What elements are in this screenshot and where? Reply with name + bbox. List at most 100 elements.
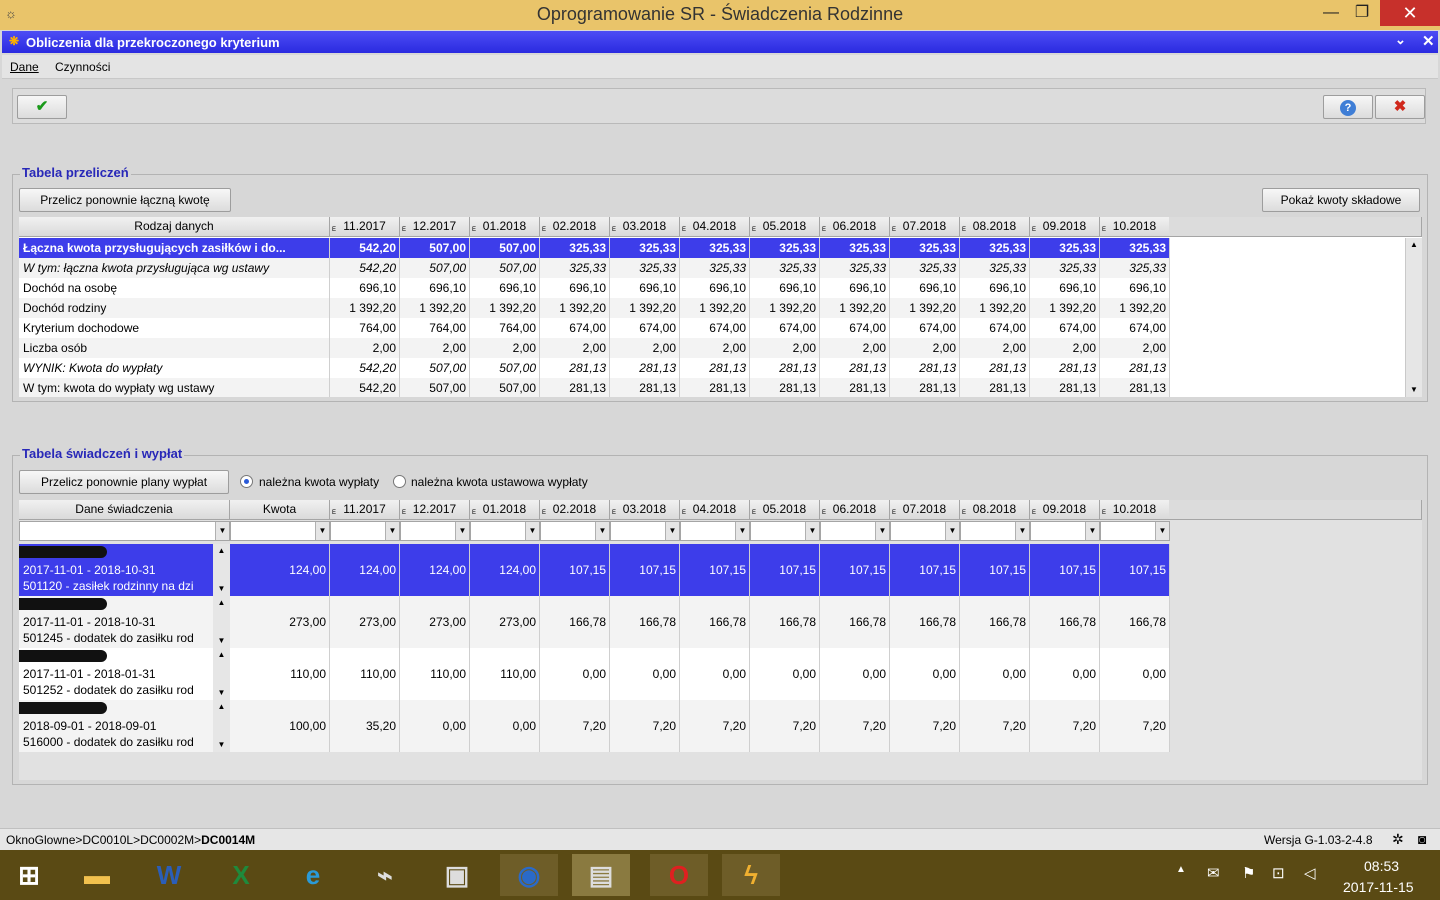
settings-icon[interactable]: ✲ xyxy=(1392,831,1404,848)
column-header-month[interactable]: E 02.2018 xyxy=(540,500,610,520)
column-filter-input[interactable]: ▼ xyxy=(470,521,540,541)
chevron-down-icon[interactable]: ▼ xyxy=(215,522,229,540)
chevron-down-icon[interactable]: ▼ xyxy=(945,522,959,540)
column-filter-input[interactable]: ▼ xyxy=(750,521,820,541)
chevron-down-icon[interactable]: ▼ xyxy=(735,522,749,540)
chevron-down-icon[interactable]: ▼ xyxy=(385,522,399,540)
column-header-month[interactable]: E 07.2018 xyxy=(890,500,960,520)
sr-app-icon[interactable]: ▤ xyxy=(572,854,630,896)
column-header-month[interactable]: E 03.2018 xyxy=(610,217,680,237)
table-row[interactable]: Dochód rodziny 1 392,20 1 392,20 1 392,20 1 … xyxy=(19,298,1170,318)
tray-mail-icon[interactable]: ✉ xyxy=(1207,864,1220,882)
table-row[interactable]: Dochód na osobę 696,10 696,10 696,10 696,10 6… xyxy=(19,278,1170,298)
table-row[interactable]: 2018-09-01 - 2018-09-01 516000 - dodatek … xyxy=(19,700,1170,752)
column-header-month[interactable]: E 03.2018 xyxy=(610,500,680,520)
clock-time[interactable]: 08:53 xyxy=(1364,858,1399,874)
table-row[interactable]: 2017-11-01 - 2018-01-31 501252 - dodatek … xyxy=(19,648,1170,700)
column-header-month[interactable]: E 10.2018 xyxy=(1100,217,1170,237)
column-filter-input[interactable]: ▼ xyxy=(230,521,330,541)
table-row[interactable]: W tym: łączna kwota przysługująca wg ust… xyxy=(19,258,1170,278)
ie-icon[interactable]: e xyxy=(284,854,342,896)
column-header-month[interactable]: E 06.2018 xyxy=(820,217,890,237)
recalc-plans-button[interactable]: Przelicz ponownie plany wypłat xyxy=(19,470,229,494)
ok-button[interactable]: ✔ xyxy=(17,95,67,119)
row-scrollbar[interactable]: ▲ ▼ xyxy=(213,544,230,596)
collapse-icon[interactable]: ⌄ xyxy=(1395,32,1406,48)
help-button[interactable]: ? xyxy=(1323,95,1373,119)
column-filter-input[interactable]: ▼ xyxy=(19,521,230,541)
column-header-month[interactable]: E 10.2018 xyxy=(1100,500,1170,520)
column-header-month[interactable]: E 11.2017 xyxy=(330,217,400,237)
scroll-up-icon[interactable]: ▲ xyxy=(213,648,230,662)
radio-nalezna[interactable] xyxy=(240,475,253,488)
column-header-month[interactable]: E 12.2017 xyxy=(400,500,470,520)
clock-date[interactable]: 2017-11-15 xyxy=(1343,879,1414,895)
explorer-icon[interactable]: ▬ xyxy=(68,854,126,896)
column-filter-input[interactable]: ▼ xyxy=(1100,521,1170,541)
maximize-button[interactable]: ❐ xyxy=(1347,0,1377,26)
column-header-month[interactable]: E 01.2018 xyxy=(470,500,540,520)
chevron-down-icon[interactable]: ▼ xyxy=(595,522,609,540)
column-header-month[interactable]: E 08.2018 xyxy=(960,500,1030,520)
window-app-icon[interactable]: ▣ xyxy=(428,854,486,896)
chevron-down-icon[interactable]: ▼ xyxy=(1085,522,1099,540)
scroll-down-icon[interactable]: ▼ xyxy=(213,634,230,648)
table-row[interactable]: 2017-11-01 - 2018-10-31 501120 - zasiłek … xyxy=(19,544,1170,596)
opera-icon[interactable]: O xyxy=(650,854,708,896)
column-filter-input[interactable]: ▼ xyxy=(890,521,960,541)
tray-expand-icon[interactable]: ▲ xyxy=(1176,864,1186,875)
column-header-kwota[interactable]: Kwota xyxy=(230,500,330,520)
row-scrollbar[interactable]: ▲ ▼ xyxy=(213,700,230,752)
column-filter-input[interactable]: ▼ xyxy=(330,521,400,541)
table-row[interactable]: WYNIK: Kwota do wypłaty 542,20 507,00 507,0… xyxy=(19,358,1170,378)
camera-icon[interactable]: ◙ xyxy=(1418,831,1426,847)
chevron-down-icon[interactable]: ▼ xyxy=(525,522,539,540)
thunderbird-icon[interactable]: ◉ xyxy=(500,854,558,896)
scroll-up-icon[interactable]: ▲ xyxy=(213,544,230,558)
scroll-down-icon[interactable]: ▼ xyxy=(213,582,230,596)
chevron-down-icon[interactable]: ▼ xyxy=(805,522,819,540)
column-header-month[interactable]: E 06.2018 xyxy=(820,500,890,520)
scroll-down-icon[interactable]: ▼ xyxy=(213,686,230,700)
column-header-month[interactable]: E 01.2018 xyxy=(470,217,540,237)
tray-flag-icon[interactable]: ⚑ xyxy=(1242,864,1255,882)
lightning-app-icon[interactable]: ϟ xyxy=(722,854,780,896)
close-button[interactable]: ✕ xyxy=(1380,0,1440,26)
table-row[interactable]: W tym: kwota do wypłaty wg ustawy 542,20 5… xyxy=(19,378,1170,397)
scroll-up-icon[interactable]: ▲ xyxy=(1406,238,1422,252)
tray-volume-icon[interactable]: ◁ xyxy=(1304,864,1316,882)
row-scrollbar[interactable]: ▲ ▼ xyxy=(213,596,230,648)
column-header-month[interactable]: E 08.2018 xyxy=(960,217,1030,237)
chevron-down-icon[interactable]: ▼ xyxy=(1015,522,1029,540)
column-header-rodzaj[interactable]: Rodzaj danych xyxy=(19,217,330,237)
column-header-month[interactable]: E 09.2018 xyxy=(1030,217,1100,237)
chevron-down-icon[interactable]: ▼ xyxy=(1155,522,1169,540)
column-header-month[interactable]: E 04.2018 xyxy=(680,217,750,237)
scroll-up-icon[interactable]: ▲ xyxy=(213,596,230,610)
column-filter-input[interactable]: ▼ xyxy=(960,521,1030,541)
column-filter-input[interactable]: ▼ xyxy=(680,521,750,541)
tray-network-icon[interactable]: ⊡ xyxy=(1272,864,1285,882)
row-scrollbar[interactable]: ▲ ▼ xyxy=(213,648,230,700)
column-header-month[interactable]: E 05.2018 xyxy=(750,500,820,520)
radio-ustawowa[interactable] xyxy=(393,475,406,488)
scroll-down-icon[interactable]: ▼ xyxy=(1406,383,1422,397)
column-header-month[interactable]: E 09.2018 xyxy=(1030,500,1100,520)
column-header-month[interactable]: E 11.2017 xyxy=(330,500,400,520)
column-filter-input[interactable]: ▼ xyxy=(610,521,680,541)
column-filter-input[interactable]: ▼ xyxy=(820,521,890,541)
scanner-icon[interactable]: ⌁ xyxy=(356,854,414,896)
table-row[interactable]: Kryterium dochodowe 764,00 764,00 764,00 674… xyxy=(19,318,1170,338)
column-header-month[interactable]: E 02.2018 xyxy=(540,217,610,237)
table-row[interactable]: Łączna kwota przysługujących zasiłków i … xyxy=(19,238,1170,258)
scroll-up-icon[interactable]: ▲ xyxy=(213,700,230,714)
menu-item-dane[interactable]: Dane xyxy=(10,60,39,74)
cancel-button[interactable]: ✖ xyxy=(1375,95,1425,119)
column-header-dane[interactable]: Dane świadczenia xyxy=(19,500,230,520)
column-header-month[interactable]: E 12.2017 xyxy=(400,217,470,237)
dialog-close-button[interactable]: ✕ xyxy=(1422,32,1435,50)
chevron-down-icon[interactable]: ▼ xyxy=(455,522,469,540)
column-filter-input[interactable]: ▼ xyxy=(400,521,470,541)
chevron-down-icon[interactable]: ▼ xyxy=(875,522,889,540)
column-filter-input[interactable]: ▼ xyxy=(1030,521,1100,541)
